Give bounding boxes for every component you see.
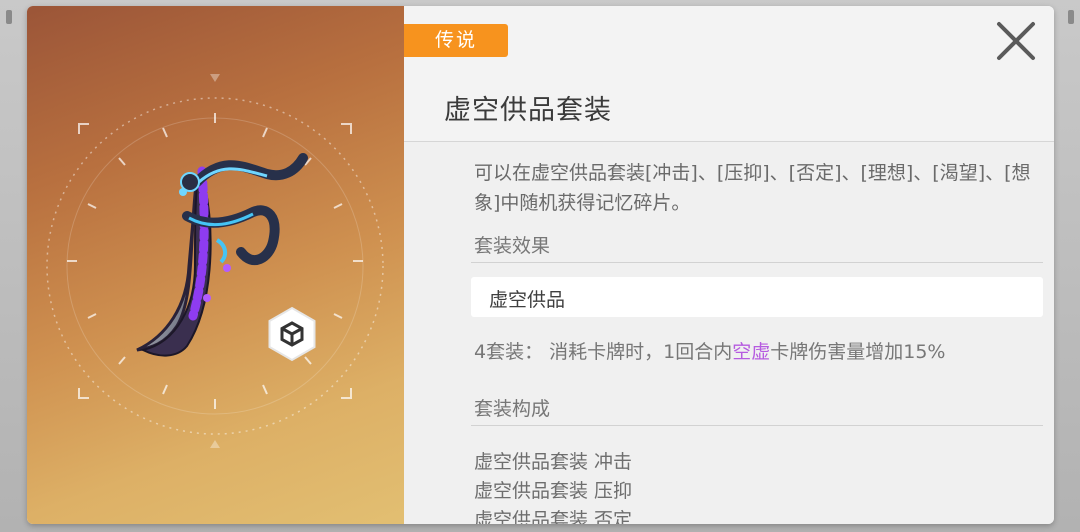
item-detail-modal: 传说 虚空供品套装 可以在虚空供品套装[冲击]、[压抑]、[否定]、[理想]、[…	[27, 6, 1054, 524]
item-art-svg	[46, 74, 384, 448]
set-effect-divider	[471, 262, 1043, 263]
set-effect-label: 套装效果	[474, 235, 551, 257]
set-component-item: 虚空供品套装 否定	[474, 509, 633, 524]
set-name-box: 虚空供品	[471, 277, 1043, 317]
close-icon	[997, 22, 1035, 60]
item-art-panel	[27, 6, 404, 524]
composition-label: 套装构成	[474, 398, 551, 420]
set-bonus-prefix: 4套装： 消耗卡牌时，1回合内	[474, 341, 733, 363]
set-bonus-highlight: 空虚	[732, 341, 771, 363]
bottom-marker-icon	[210, 440, 220, 448]
rarity-badge: 传说	[404, 24, 508, 57]
set-bonus-text: 4套装： 消耗卡牌时，1回合内空虚卡牌伤害量增加15%	[474, 337, 945, 364]
decorative-ring	[46, 97, 384, 435]
ring-ticks	[67, 113, 363, 409]
composition-divider	[471, 425, 1043, 426]
set-name: 虚空供品	[489, 289, 566, 311]
item-description: 可以在虚空供品套装[冲击]、[压抑]、[否定]、[理想]、[渴望]、[想象]中随…	[474, 162, 1031, 214]
item-info-panel: 传说 虚空供品套装 可以在虚空供品套装[冲击]、[压抑]、[否定]、[理想]、[…	[404, 6, 1054, 524]
right-edge-handle	[1068, 10, 1074, 24]
top-marker-icon	[210, 74, 220, 82]
left-edge-handle	[6, 10, 12, 24]
set-bonus-suffix: 卡牌伤害量增加15%	[770, 341, 946, 363]
set-component-item: 虚空供品套装 压抑	[474, 480, 633, 502]
cube-type-icon	[268, 306, 316, 362]
item-title: 虚空供品套装	[444, 95, 612, 126]
item-header: 传说 虚空供品套装	[404, 6, 1054, 142]
set-component-item: 虚空供品套装 冲击	[474, 451, 633, 473]
close-button[interactable]	[996, 21, 1036, 61]
